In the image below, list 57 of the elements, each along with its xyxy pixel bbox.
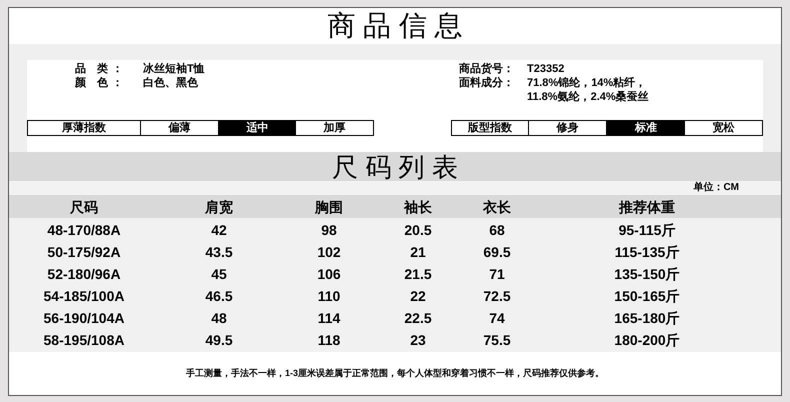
column-header: 尺码 — [68, 200, 99, 214]
scale-option: 适中 — [219, 121, 296, 135]
table-cell-text: 45 — [210, 267, 228, 281]
info-value: T23352 — [527, 62, 564, 76]
table-cell-text: 150-165斤 — [613, 289, 681, 303]
table-cell-text: 106 — [316, 267, 342, 281]
table-cell-text: 49.5 — [204, 333, 234, 347]
column-header: 衣长 — [482, 200, 512, 214]
table-cell-text: 20.5 — [403, 223, 433, 237]
section-title: 尺 码 列 表 — [332, 154, 458, 180]
info-value: 白色、黑色 — [143, 76, 198, 90]
table-cell-text: 114 — [316, 311, 342, 325]
table-cell-text: 46.5 — [204, 289, 234, 303]
table-cell-text: 52-180/96A — [46, 267, 122, 281]
info-label: 面料成分： — [459, 76, 515, 91]
column-header: 推荐体重 — [618, 200, 676, 214]
table-cell-text: 21.5 — [403, 267, 433, 281]
table-cell-text: 56-190/104A — [42, 311, 126, 325]
table-cell-text: 165-180斤 — [613, 311, 681, 325]
info-label: 商品货号： — [459, 62, 515, 76]
footnote: 手工测量，手法不一样，1-3厘米误差属于正常范围，每个人体型和穿着习惯不一样，尺码推荐仅供参考。 — [186, 366, 604, 380]
table-cell-text: 135-150斤 — [613, 267, 681, 281]
info-label: 颜 色： — [75, 76, 128, 90]
column-header: 肩宽 — [204, 200, 234, 214]
table-cell-text: 115-135斤 — [614, 245, 680, 259]
table-cell-text: 75.5 — [482, 333, 512, 347]
column-header: 胸围 — [314, 200, 344, 214]
table-cell-text: 98 — [320, 223, 338, 237]
table-cell-text: 21 — [409, 245, 427, 259]
table-cell-text: 50-175/92A — [46, 245, 122, 259]
unit-label: 单位：CM — [693, 183, 739, 193]
table-cell-text: 74 — [488, 311, 506, 325]
table-cell-text: 22.5 — [403, 311, 433, 325]
table-cell-text: 118 — [316, 333, 342, 347]
table-cell-text: 95-115斤 — [618, 223, 676, 237]
info-value: 冰丝短袖T恤 — [143, 62, 205, 76]
column-header: 袖长 — [402, 200, 433, 214]
info-value: 11.8%氨纶，2.4%桑蚕丝 — [527, 90, 649, 104]
table-cell-text: 72.5 — [482, 289, 512, 303]
scale-option: 标准 — [607, 121, 685, 135]
section-title: 商 品 信 息 — [327, 12, 463, 40]
table-cell-text: 102 — [316, 245, 342, 259]
table-cell-text: 58-195/108A — [42, 333, 126, 347]
table-cell-text: 69.5 — [482, 245, 512, 259]
table-cell-text: 43.5 — [204, 245, 234, 259]
table-cell-text: 42 — [210, 223, 228, 237]
info-value: 71.8%锦纶，14%粘纤， — [527, 76, 648, 90]
table-cell-text: 48 — [210, 311, 228, 325]
table-cell-text: 68 — [488, 223, 506, 237]
table-cell-text: 48-170/88A — [46, 223, 122, 237]
table-cell-text: 22 — [409, 289, 427, 303]
table-cell-text: 54-185/100A — [42, 289, 126, 303]
table-cell-text: 180-200斤 — [613, 333, 681, 347]
table-cell-text: 23 — [409, 333, 427, 347]
info-label: 品 类： — [75, 62, 128, 76]
table-cell-text: 71 — [488, 267, 506, 281]
table-cell-text: 110 — [316, 289, 342, 303]
